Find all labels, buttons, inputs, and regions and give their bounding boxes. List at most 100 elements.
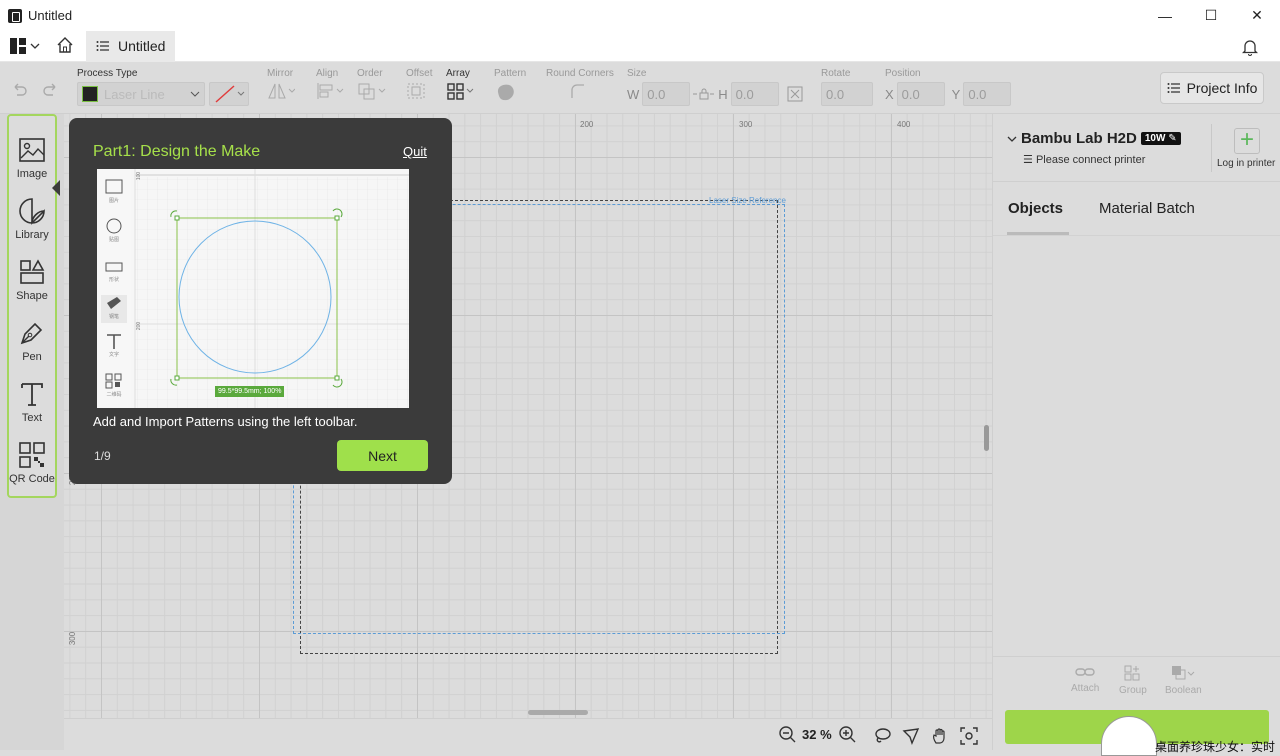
window-title: Untitled: [28, 8, 73, 23]
tool-label: QR Code: [9, 473, 55, 485]
chevron-down-icon: [1007, 136, 1017, 142]
tool-label: Shape: [16, 290, 48, 302]
minimize-icon[interactable]: —: [1142, 0, 1188, 31]
mini-tool-label: 形状: [108, 277, 119, 283]
brand-logo-icon: [10, 38, 26, 54]
tool-library[interactable]: Library: [9, 191, 55, 251]
tool-pen[interactable]: Pen: [9, 313, 55, 373]
popup-page-indicator: 1/9: [94, 449, 111, 463]
group-icon: [1124, 665, 1140, 681]
list-icon: [96, 41, 109, 51]
process-type-value: Laser Line: [104, 86, 165, 102]
y-input[interactable]: 0.0: [963, 82, 1012, 106]
fit-size-icon[interactable]: [786, 85, 806, 103]
round-corners-group[interactable]: Round Corners: [546, 68, 614, 100]
tab-untitled[interactable]: Untitled: [86, 30, 176, 62]
maximize-icon[interactable]: ☐: [1188, 0, 1234, 31]
align-label: Align: [316, 68, 339, 79]
mini-tool-label: 二维码: [106, 392, 122, 398]
order-group[interactable]: Order: [357, 68, 387, 100]
order-label: Order: [357, 68, 383, 79]
rotate-input[interactable]: 0.0: [821, 82, 873, 106]
brand-menu-button[interactable]: [10, 38, 40, 54]
chevron-down-icon: [237, 91, 245, 96]
array-icon: [447, 83, 474, 100]
mini-tool-label: 文字: [108, 352, 119, 358]
tool-shape[interactable]: Shape: [9, 252, 55, 312]
close-icon[interactable]: ✕: [1234, 0, 1280, 31]
tab-label: Untitled: [118, 38, 166, 54]
hand-pan-icon[interactable]: [931, 727, 949, 745]
pattern-label: Pattern: [494, 68, 527, 79]
lock-ratio-icon[interactable]: [693, 87, 715, 101]
popup-title: Part1: Design the Make: [93, 143, 261, 160]
printer-selector[interactable]: Bambu Lab H2D 10W ✎: [1007, 130, 1181, 147]
select-arrow-icon[interactable]: [902, 727, 920, 745]
printer-name: Bambu Lab H2D: [1021, 130, 1137, 147]
mirror-icon: [268, 83, 295, 99]
text-icon: [21, 383, 43, 406]
boolean-button[interactable]: Boolean: [1165, 665, 1202, 696]
tutorial-popup: Part1: Design the Make Quit 图片 贴图 形状 钢笔 …: [69, 118, 452, 484]
align-icon: [317, 83, 344, 99]
zoom-in-icon[interactable]: [838, 725, 856, 743]
popup-description: Add and Import Patterns using the left t…: [93, 414, 358, 429]
chevron-down-icon: [30, 43, 40, 49]
fit-view-icon[interactable]: [960, 727, 978, 745]
login-printer-label[interactable]: Log in printer: [1217, 158, 1275, 169]
tool-list: Image Library Shape Pen Text QR Code: [7, 114, 57, 498]
x-input[interactable]: 0.0: [896, 82, 945, 106]
right-panel: Bambu Lab H2D 10W ✎ ☰ Please connect pri…: [992, 114, 1280, 756]
pen-icon: [20, 322, 43, 345]
align-group[interactable]: Align: [316, 68, 344, 100]
pattern-group[interactable]: Pattern: [494, 68, 526, 102]
mirror-group[interactable]: Mirror: [267, 68, 295, 100]
position-group: Position X 0.0 Y 0.0: [885, 68, 1012, 106]
overlay-text: 桌面养珍珠少女：实时: [1155, 740, 1276, 754]
process-type-select[interactable]: Laser Line: [77, 82, 205, 106]
attach-button[interactable]: Attach: [1071, 665, 1099, 694]
height-input[interactable]: 0.0: [730, 82, 779, 106]
tool-label: Image: [16, 168, 48, 180]
laser-power-badge[interactable]: 10W ✎: [1140, 132, 1181, 145]
process-type-group: Process Type Laser Line: [77, 68, 249, 106]
divider: [993, 235, 1280, 236]
tab-material-batch[interactable]: Material Batch: [1099, 200, 1195, 217]
tool-label: Library: [15, 229, 49, 241]
menu-bar: Untitled: [0, 30, 1280, 62]
undo-icon[interactable]: [11, 81, 27, 97]
quit-button[interactable]: Quit: [403, 144, 427, 159]
width-input[interactable]: 0.0: [642, 82, 691, 106]
red-line-swatch-icon: [215, 85, 235, 103]
horizontal-scrollbar[interactable]: [528, 710, 588, 715]
library-icon: [19, 198, 45, 225]
lasso-icon[interactable]: [873, 727, 891, 745]
next-button[interactable]: Next: [337, 440, 428, 471]
printer-status: ☰ Please connect printer: [1023, 154, 1146, 166]
round-corners-label: Round Corners: [546, 68, 614, 79]
notification-bell-icon[interactable]: [1242, 38, 1258, 56]
preview-ruler-number: 200: [136, 321, 143, 331]
width-label: W: [627, 86, 640, 102]
tool-image[interactable]: Image: [9, 130, 55, 190]
pattern-icon: [497, 84, 514, 101]
layers-icon: ☰: [1023, 154, 1033, 166]
tool-text[interactable]: Text: [9, 374, 55, 434]
window-controls: — ☐ ✕: [1142, 0, 1280, 31]
offset-group[interactable]: Offset: [406, 68, 433, 100]
zoom-value[interactable]: 32 %: [802, 727, 832, 742]
zoom-out-icon[interactable]: [778, 725, 796, 743]
x-label: X: [885, 86, 894, 102]
line-color-picker[interactable]: [209, 82, 249, 106]
mirror-label: Mirror: [267, 68, 294, 79]
redo-icon[interactable]: [43, 81, 59, 97]
printer-section: Bambu Lab H2D 10W ✎ ☰ Please connect pri…: [993, 114, 1280, 182]
group-button[interactable]: Group: [1119, 665, 1147, 696]
array-group[interactable]: Array: [446, 68, 476, 100]
tab-objects[interactable]: Objects: [1008, 200, 1063, 217]
vertical-scrollbar[interactable]: [984, 425, 989, 451]
add-printer-icon[interactable]: +: [1234, 128, 1260, 154]
home-button[interactable]: [56, 36, 74, 57]
project-info-button[interactable]: Project Info: [1160, 72, 1264, 104]
tool-qr-code[interactable]: QR Code: [9, 435, 55, 495]
